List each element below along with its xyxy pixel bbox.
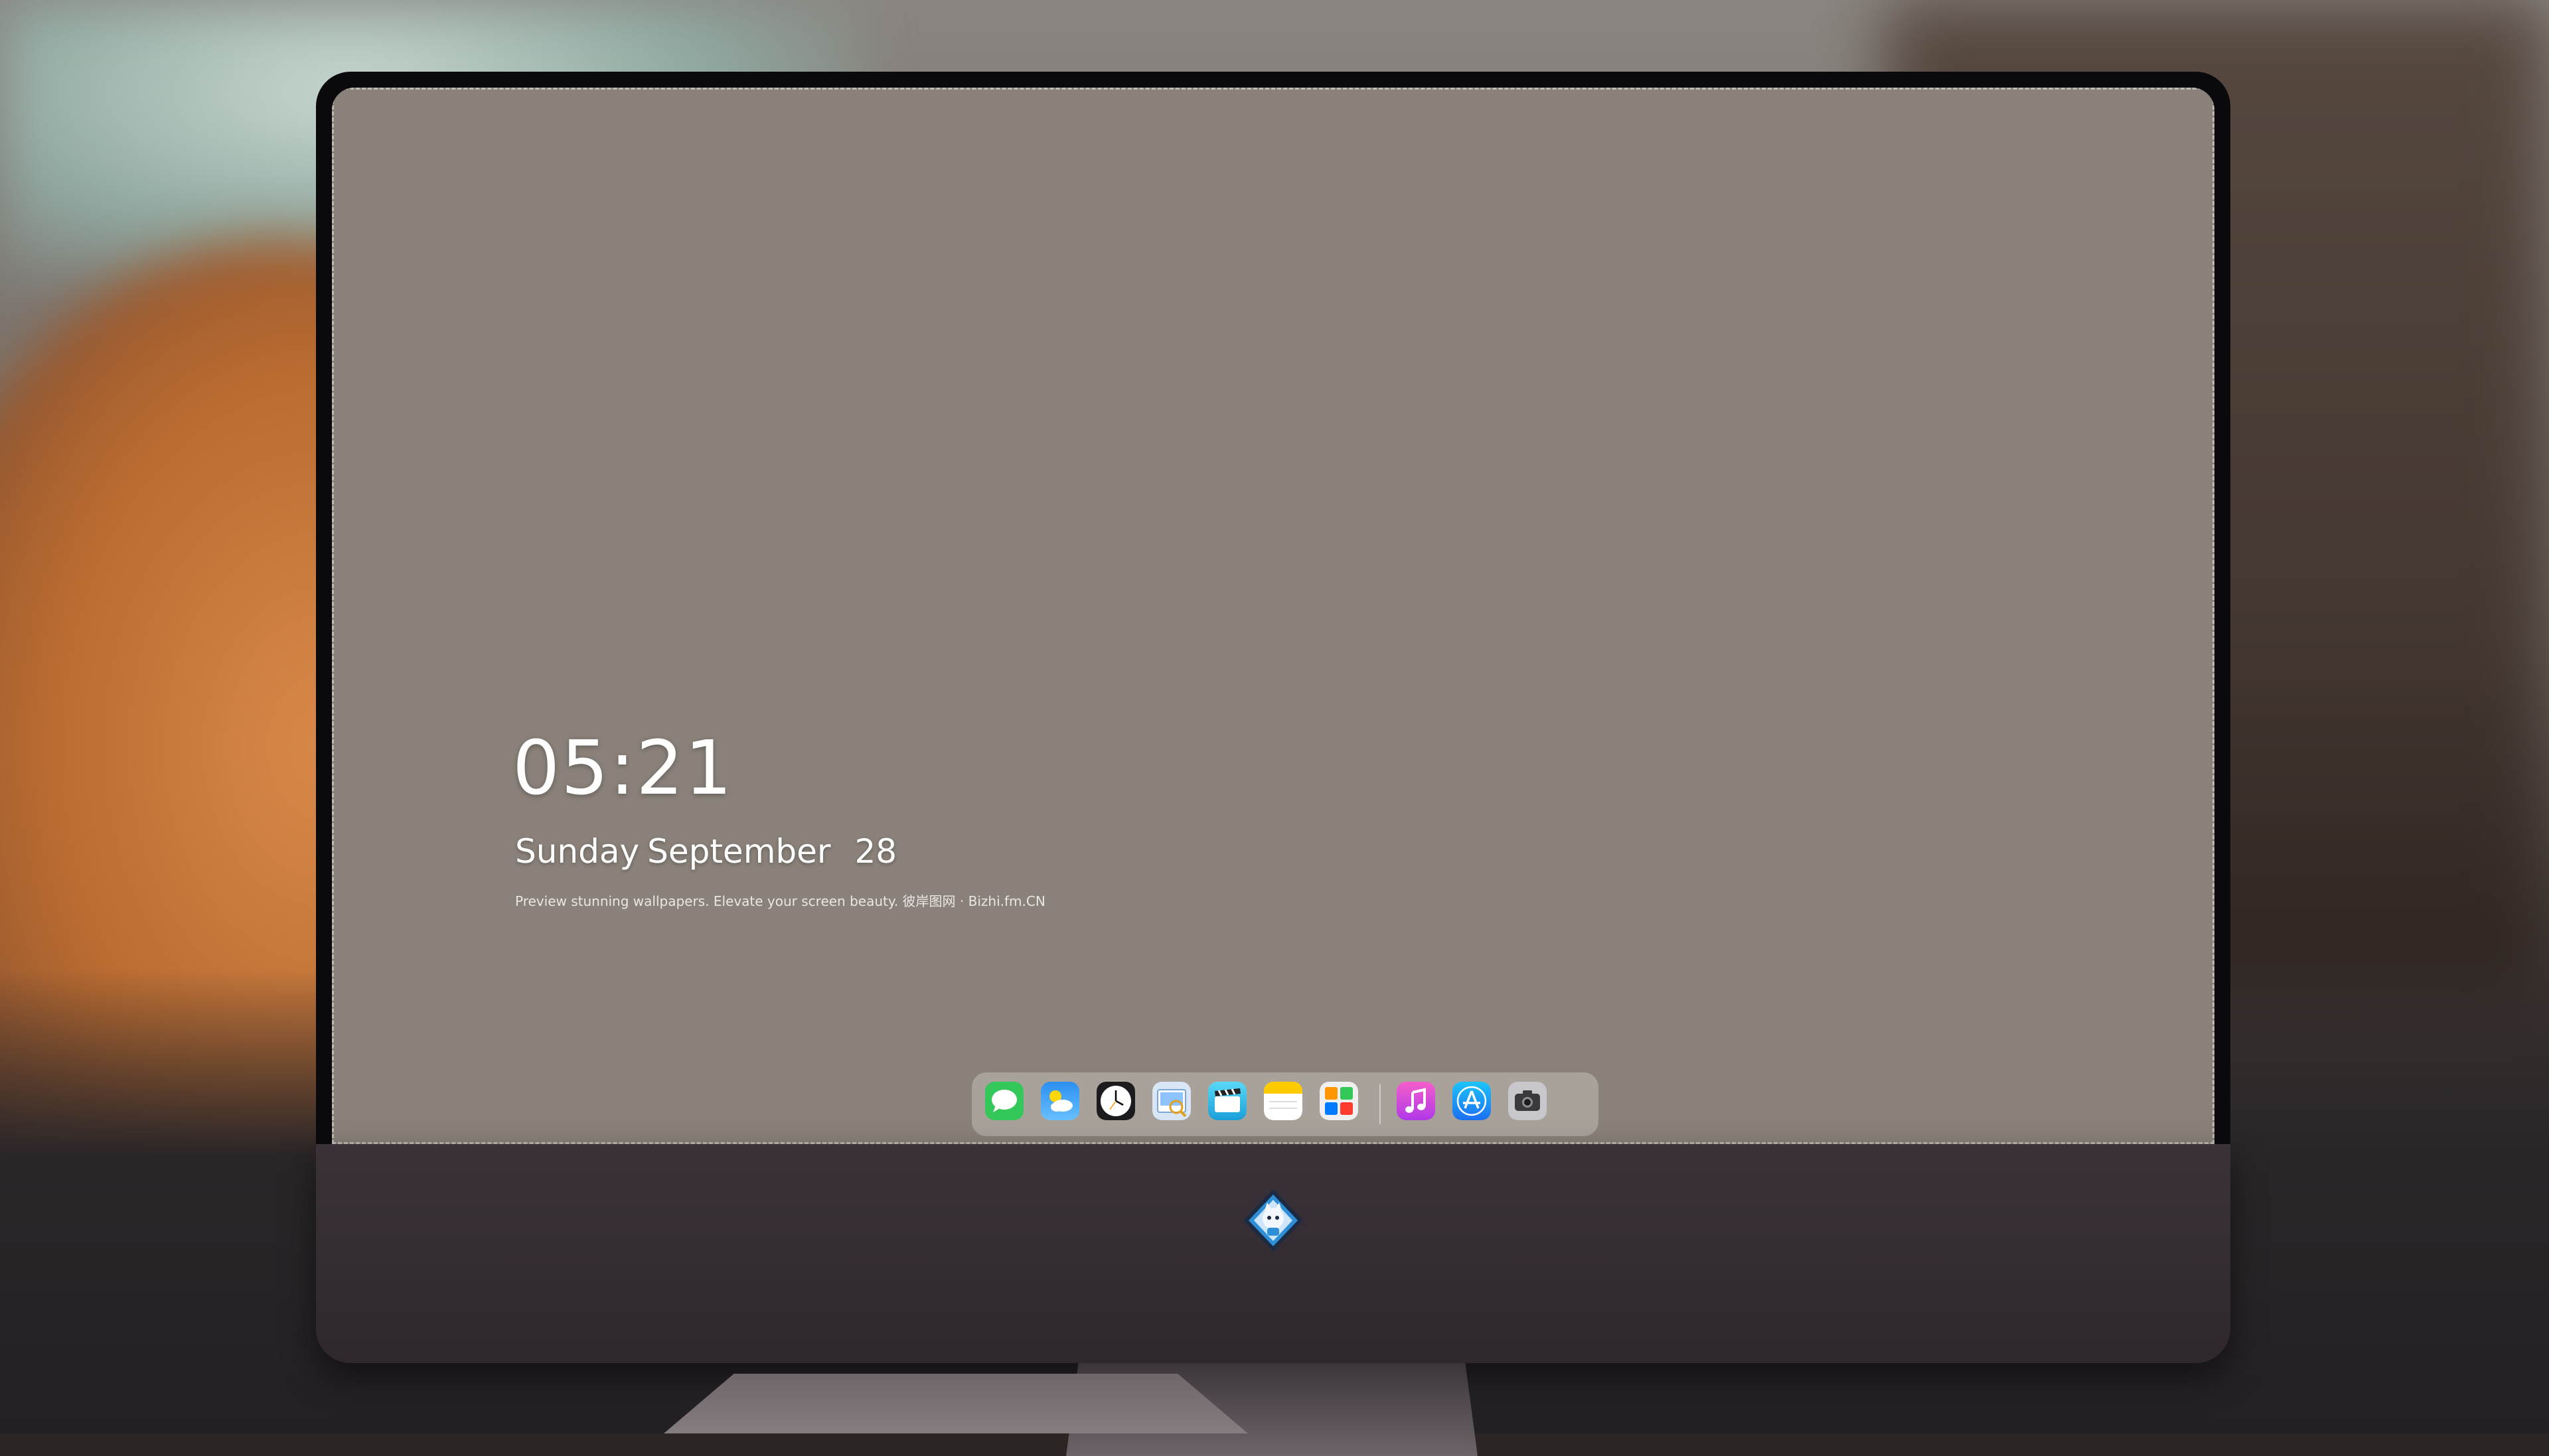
lock-clock: 05:21 — [512, 725, 734, 812]
notes-icon[interactable] — [1264, 1082, 1302, 1120]
lock-month: September — [647, 832, 831, 871]
clips-icon[interactable] — [1208, 1082, 1247, 1120]
brand-logo-icon — [1243, 1189, 1303, 1252]
monitor: 05:21 Sunday September 28 Preview stunning… — [316, 72, 2230, 1456]
weather-icon[interactable] — [1041, 1082, 1079, 1120]
dock — [972, 1072, 1598, 1136]
photos-gallery-icon[interactable] — [1320, 1082, 1358, 1120]
wallpaper-photo — [332, 88, 2214, 1144]
camera-icon[interactable] — [1508, 1082, 1547, 1120]
clock-icon[interactable] — [1097, 1082, 1135, 1120]
dock-separator — [1379, 1084, 1381, 1124]
monitor-stand-base — [664, 1374, 1248, 1433]
music-icon[interactable] — [1397, 1082, 1435, 1120]
preview-icon[interactable] — [1152, 1082, 1191, 1120]
lock-weekday: Sunday — [515, 832, 640, 871]
monitor-chin — [316, 1144, 2230, 1363]
messages-icon[interactable] — [985, 1082, 1024, 1120]
screen: 05:21 Sunday September 28 Preview stunning… — [332, 88, 2214, 1144]
lock-date: Sunday September 28 — [515, 832, 905, 871]
lock-day: 28 — [854, 832, 897, 871]
app-store-icon[interactable] — [1452, 1082, 1491, 1120]
lock-tagline: Preview stunning wallpapers. Elevate you… — [515, 893, 1045, 909]
